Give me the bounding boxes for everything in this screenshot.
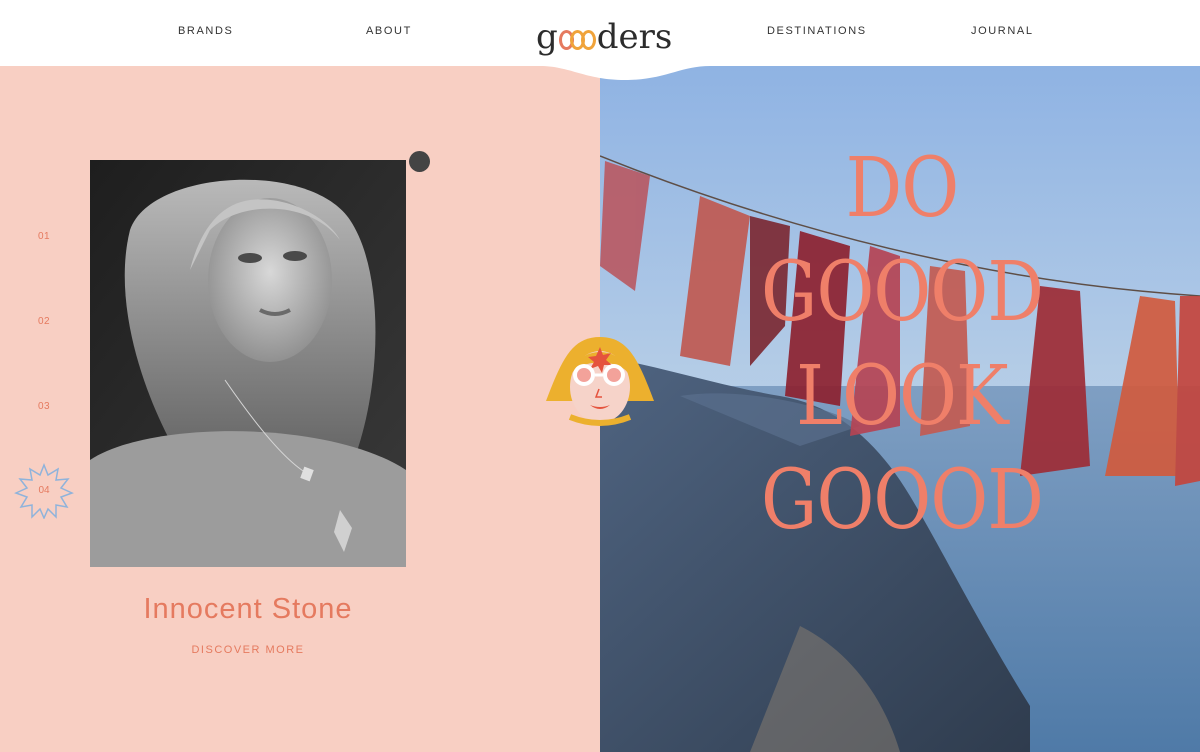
slide-number-01[interactable]: 01 [38, 231, 50, 242]
hero-image-panel: DO GOOOD LOOK GOOOD [600, 66, 1200, 752]
nav-brands[interactable]: BRANDS [178, 25, 233, 37]
dark-dot [409, 151, 430, 172]
headline-line-3: LOOK [796, 349, 1009, 444]
smiling-face-icon[interactable] [544, 333, 656, 427]
slide-number-03[interactable]: 03 [38, 401, 50, 412]
logo-letter-g: g [536, 17, 558, 57]
nav-about[interactable]: ABOUT [366, 25, 412, 37]
gooders-logo[interactable]: g ders [536, 8, 672, 54]
headline-line-1: DO [845, 141, 960, 236]
headline-line-4: GOOOD [760, 453, 1044, 548]
logo-letters-ders: ders [596, 17, 673, 57]
slide-number-04: 04 [38, 485, 50, 496]
headline-line-2: GOOOD [760, 245, 1044, 340]
featured-brand-panel: 01 02 03 04 Innocent Stone DISCOVER MORE [0, 66, 600, 752]
discover-more-link[interactable]: DISCOVER MORE [90, 644, 406, 656]
site-header: BRANDS ABOUT g ders DESTINATIONS JOURNAL [0, 0, 1200, 66]
active-slide-badge[interactable]: 04 [14, 463, 74, 519]
brand-feature-photo[interactable] [90, 160, 406, 567]
nav-journal[interactable]: JOURNAL [971, 25, 1034, 37]
logo-rings-icon [558, 30, 596, 50]
slide-number-02[interactable]: 02 [38, 316, 50, 327]
brand-name[interactable]: Innocent Stone [90, 593, 406, 626]
nav-destinations[interactable]: DESTINATIONS [767, 25, 867, 37]
